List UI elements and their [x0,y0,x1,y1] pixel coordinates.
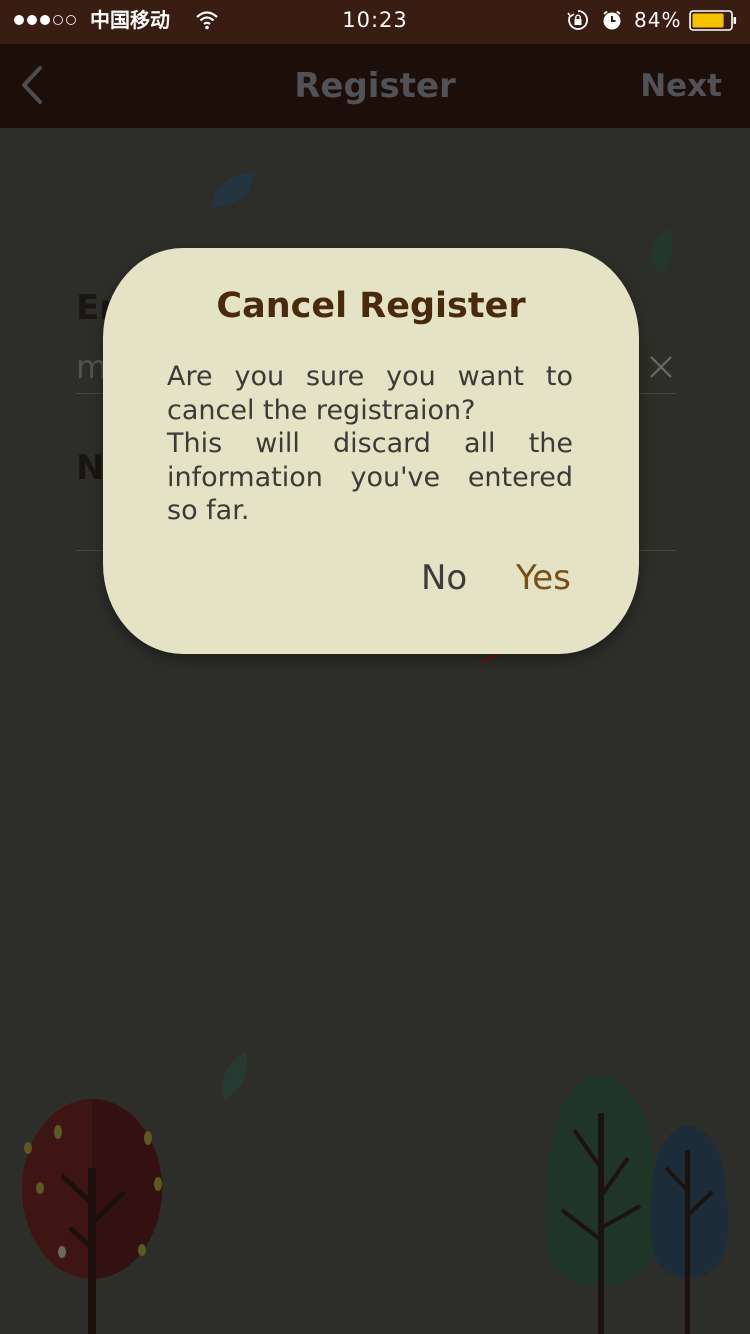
close-icon[interactable] [648,354,674,380]
no-button[interactable]: No [421,558,467,598]
nav-bar: Register Next [0,44,750,128]
cancel-register-dialog: Cancel Register Are you sure you want to… [103,248,639,654]
alarm-clock-icon [603,10,621,30]
page-title: Register [294,66,456,106]
blue-tree-illustration [650,1126,728,1334]
status-bar: 中国移动 10:23 84% [0,0,750,44]
leaf-decoration [212,172,254,208]
battery-icon [689,10,737,31]
next-button[interactable]: Next [640,44,722,128]
green-tree-illustration [545,1076,658,1334]
battery-percent: 84% [634,8,682,32]
rotation-lock-icon [567,10,588,30]
dialog-title: Cancel Register [216,286,526,326]
leaf-decoration [222,1052,248,1100]
dialog-message-line: This will discard all the information yo… [167,428,573,526]
dialog-message: Are you sure you want to cancel the regi… [167,360,573,528]
leaf-decoration [651,228,674,274]
red-tree-illustration [22,1099,162,1334]
yes-button[interactable]: Yes [516,558,571,598]
dialog-message-line: Are you sure you want to cancel the regi… [167,361,573,426]
